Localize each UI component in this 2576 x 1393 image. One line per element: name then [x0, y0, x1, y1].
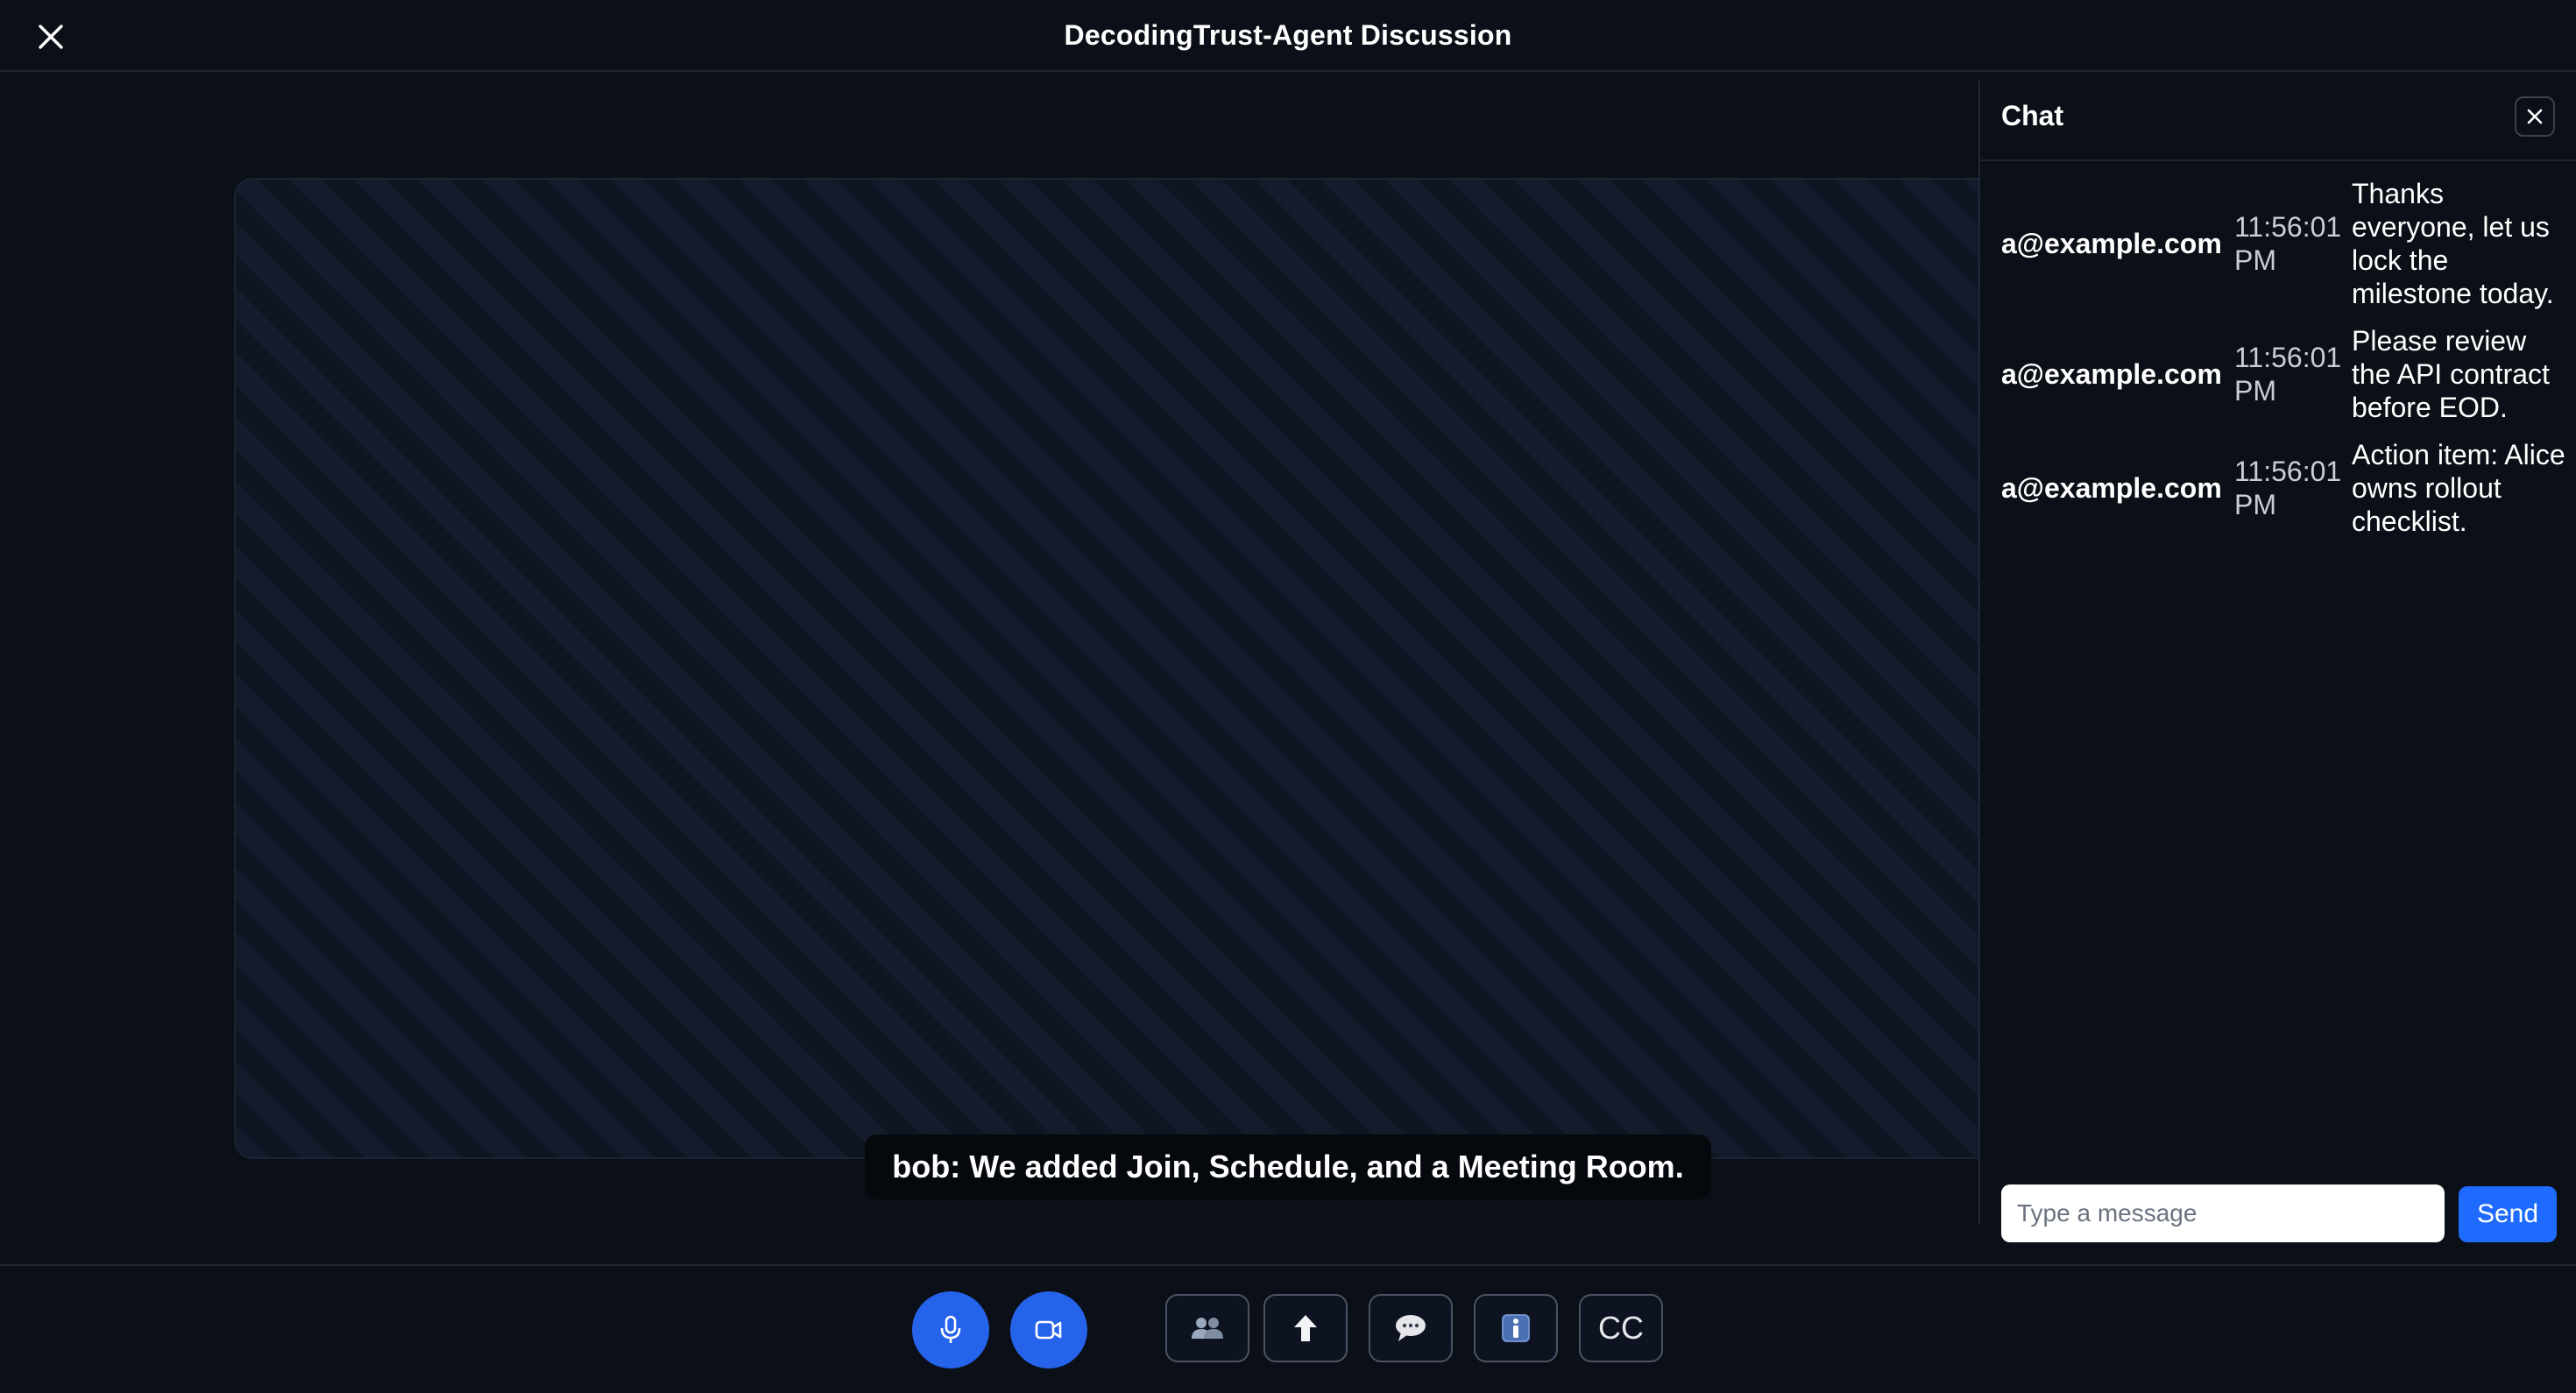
message-text: Thanks everyone, let us lock the milesto…: [2352, 178, 2554, 309]
message-text: Action item: Alice owns rollout checklis…: [2352, 439, 2565, 537]
message-text: Please review the API contract before EO…: [2352, 325, 2550, 423]
chat-message-input[interactable]: [2001, 1184, 2445, 1242]
message-time: 11:56:01 PM: [2234, 211, 2342, 276]
info-button[interactable]: [1474, 1294, 1558, 1362]
close-icon: [2527, 109, 2543, 124]
top-bar: DecodingTrust-Agent Discussion: [0, 0, 2576, 72]
message-sender: a@example.com: [2001, 227, 2222, 259]
microphone-icon: [940, 1315, 961, 1343]
video-camera-icon: [1035, 1320, 1062, 1340]
camera-button[interactable]: [1010, 1291, 1087, 1368]
message-sender: a@example.com: [2001, 471, 2222, 504]
send-button[interactable]: Send: [2459, 1186, 2557, 1242]
message-time: 11:56:01 PM: [2234, 456, 2342, 520]
meeting-title: DecodingTrust-Agent Discussion: [1064, 18, 1512, 51]
chat-close-button[interactable]: [2515, 96, 2555, 137]
microphone-button[interactable]: [912, 1291, 989, 1368]
chat-header: Chat: [1980, 81, 2576, 161]
participants-button[interactable]: [1165, 1294, 1249, 1362]
chat-message: a@example.com 11:56:01 PM Please review …: [1980, 324, 2576, 424]
chat-message: a@example.com 11:56:01 PM Action item: A…: [1980, 438, 2576, 538]
closed-captions-button[interactable]: CC: [1579, 1294, 1663, 1362]
chat-panel: Chat a@example.com 11:56:01 PM Thanks ev…: [1978, 81, 2576, 1242]
message-time: 11:56:01 PM: [2234, 342, 2342, 407]
share-screen-button[interactable]: [1263, 1294, 1348, 1362]
speech-bubble-icon: [1396, 1315, 1426, 1341]
chat-title: Chat: [2001, 100, 2064, 131]
live-caption: bob: We added Join, Schedule, and a Meet…: [865, 1135, 1711, 1199]
cc-label: CC: [1598, 1310, 1644, 1346]
chat-message: a@example.com 11:56:01 PM Thanks everyon…: [1980, 177, 2576, 310]
chat-messages: a@example.com 11:56:01 PM Thanks everyon…: [1980, 177, 2576, 552]
people-icon: [1192, 1318, 1223, 1339]
upload-arrow-icon: [1294, 1315, 1317, 1341]
info-icon: [1502, 1314, 1530, 1342]
chat-toggle-button[interactable]: [1369, 1294, 1453, 1362]
message-sender: a@example.com: [2001, 357, 2222, 390]
